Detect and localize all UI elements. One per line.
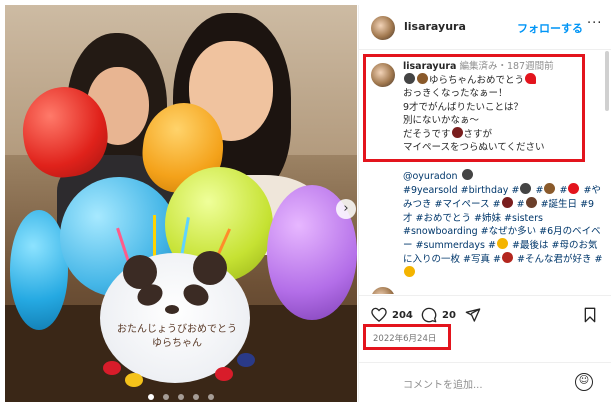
post-header: lisarayura フォローする ··· (359, 5, 611, 50)
hashtag[interactable]: #姉妹 (474, 213, 501, 224)
caption-line-6: さすが (463, 129, 493, 141)
share-icon[interactable] (465, 307, 481, 327)
date-highlight-box: 2022年6月24日 (363, 324, 451, 350)
strawberry (103, 361, 121, 375)
hashtag[interactable]: #snowboarding (403, 226, 478, 237)
hashtag[interactable]: # (488, 240, 496, 251)
caption-username[interactable]: lisarayura (403, 61, 456, 72)
header-username[interactable]: lisarayura (404, 20, 466, 33)
reply-avatar[interactable] (371, 287, 395, 294)
follow-button[interactable]: フォローする (517, 20, 583, 36)
hashtag[interactable]: # (559, 185, 567, 196)
hat-emoji-icon (501, 197, 513, 209)
panda-emoji-icon (404, 73, 415, 85)
post-date: 2022年6月24日 (373, 334, 437, 344)
panda-ear-right (193, 251, 227, 285)
carousel-dot (147, 394, 154, 400)
candle (153, 215, 156, 260)
like-count[interactable]: 204 (392, 310, 413, 321)
smile-emoji-icon (497, 238, 508, 250)
hashtag[interactable]: #そんな君が好き (517, 254, 591, 265)
penguin-emoji-icon (461, 169, 473, 180)
hat-emoji-icon (451, 127, 463, 139)
next-photo-button[interactable]: › (336, 199, 356, 219)
caption-avatar[interactable] (371, 63, 395, 87)
carousel-dot (178, 394, 184, 400)
cake-text-line2: ゆらちゃん (152, 338, 202, 349)
hashtag[interactable]: #写真 (463, 254, 490, 265)
hashtag[interactable]: #sisters (504, 213, 543, 224)
comments-scrollbar[interactable] (605, 51, 609, 111)
hashtags: @oyuradon #9yearsold #birthday # # # #やみ… (403, 169, 603, 281)
hashtag[interactable]: #おめでとう (416, 213, 471, 224)
cake-emoji-icon (544, 183, 556, 195)
panda-emoji-icon (520, 183, 532, 195)
carousel-dot (208, 394, 215, 400)
caption-line-5: だそうです (403, 129, 451, 141)
emoji-icon[interactable]: ☺ (575, 373, 593, 391)
instagram-post-view: おたんじょうびおめでとう ゆらちゃん › lisarayura フォローする ·… (0, 0, 615, 407)
comment-count[interactable]: 20 (442, 310, 456, 321)
hashtag[interactable]: # (493, 254, 501, 265)
hashtag[interactable]: # (535, 185, 543, 196)
caption-line-3: 9才でがんばりたいことは？ (403, 101, 524, 113)
hashtag[interactable]: # (511, 185, 519, 196)
caption-meta: 編集済み・187週間前 (459, 61, 554, 72)
bookmark-icon[interactable] (583, 307, 597, 327)
post-side-panel: lisarayura フォローする ··· lisarayura 編集済み・18… (358, 5, 611, 402)
strawberry (215, 367, 233, 381)
caption-line-4: 別にないかなぁ〜 (403, 114, 480, 126)
hashtag[interactable]: #誕生日 (541, 199, 577, 210)
hashtag[interactable]: # (595, 254, 603, 265)
avatar[interactable] (371, 16, 395, 40)
comments-area[interactable]: lisarayura 編集済み・187週間前 ゆらちゃんおめでとう おっきくなっ… (359, 51, 611, 294)
comment-input[interactable]: コメントを追加... (403, 376, 483, 391)
devil-emoji-icon (502, 252, 514, 264)
hashtag[interactable]: # (517, 199, 525, 210)
post-photo[interactable]: おたんじょうびおめでとう ゆらちゃん › (5, 5, 357, 402)
blueberry (237, 353, 255, 367)
caption-line-1: ゆらちゃんおめでとう (429, 75, 525, 87)
heart-emoji-icon (525, 73, 537, 85)
caption-line-7: マイペースをつらぬいてください (403, 142, 545, 154)
panda-nose (165, 305, 179, 314)
mention-link[interactable]: @oyuradon (403, 171, 458, 182)
caption-line-2: おっきくなったなぁー！ (403, 88, 508, 100)
caption: lisarayura 編集済み・187週間前 ゆらちゃんおめでとう おっきくなっ… (403, 60, 583, 154)
smile-emoji-icon (404, 266, 415, 278)
hashtag[interactable]: # (493, 199, 501, 210)
hashtag[interactable]: #最後は (512, 240, 548, 251)
balloon-emoji-icon (568, 183, 580, 195)
comment-bar: コメントを追加... ☺ (359, 362, 611, 402)
cake-text-line1: おたんじょうびおめでとう (117, 324, 237, 335)
cake-message: おたんじょうびおめでとう ゆらちゃん (117, 323, 237, 351)
carousel-dots (5, 385, 357, 402)
hashtag[interactable]: #summerdays (416, 240, 485, 251)
more-options-icon[interactable]: ··· (587, 16, 602, 31)
cake-emoji-icon (417, 73, 428, 85)
girl-emoji-icon (525, 197, 537, 209)
hashtag[interactable]: #マイペース (435, 199, 490, 210)
hashtag[interactable]: #なぜか多い (481, 226, 536, 237)
carousel-dot (162, 394, 169, 400)
hashtag[interactable]: #birthday (461, 185, 509, 196)
hashtag[interactable]: #9yearsold (403, 185, 458, 196)
carousel-dot (193, 394, 200, 400)
